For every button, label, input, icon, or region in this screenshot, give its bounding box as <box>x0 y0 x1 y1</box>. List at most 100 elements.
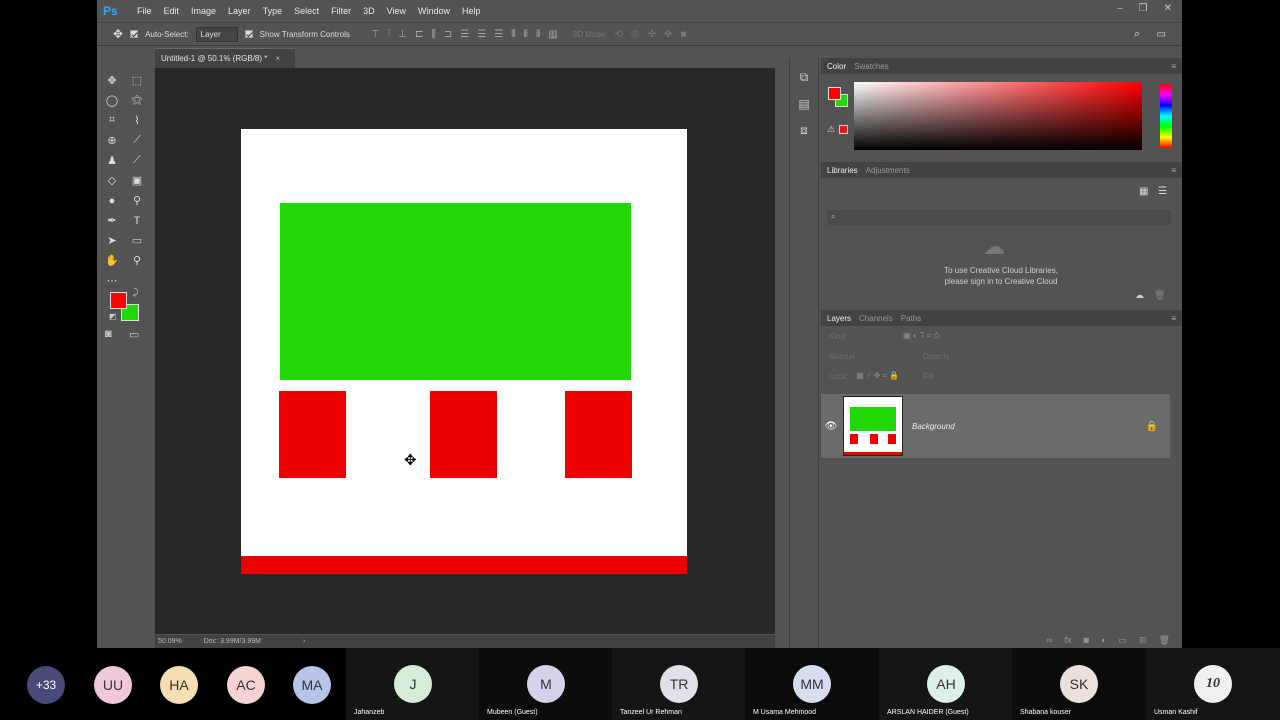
minimize-icon[interactable]: – <box>1117 3 1123 14</box>
participant-tile[interactable]: SK Shabana kouser <box>1012 648 1146 720</box>
lock-icons[interactable]: ▦ ⟋ ✥ ⌗ 🔒 <box>856 371 899 381</box>
blend-mode[interactable]: Normal <box>829 352 855 361</box>
eyedropper-tool-icon[interactable]: ⌇ <box>127 112 147 129</box>
distribute-center-icon[interactable]: ⦀ <box>524 29 528 40</box>
zoom-level[interactable]: 50.09% <box>158 638 182 645</box>
participant-tile[interactable]: J Jahanzeb <box>346 648 479 720</box>
menu-layer[interactable]: Layer <box>222 6 257 16</box>
auto-select-dropdown[interactable]: Layer <box>195 26 238 42</box>
show-transform-checkbox[interactable] <box>244 30 253 38</box>
filter-icons[interactable]: ▣ ◐ T ⌗ ⎙ <box>903 331 940 341</box>
screen-mode-icon[interactable]: ▭ <box>129 328 139 341</box>
participant-tile[interactable]: M Mubeen (Guest) <box>479 648 612 720</box>
distribute-middle-icon[interactable]: ☰ <box>477 29 486 40</box>
gamut-color-swatch[interactable] <box>839 125 848 134</box>
lasso-tool-icon[interactable]: ◯ <box>102 92 122 109</box>
new-layer-icon[interactable]: ⊞ <box>1139 635 1147 646</box>
add-mask-icon[interactable]: ◙ <box>1084 635 1089 646</box>
pen-tool-icon[interactable]: ✒ <box>102 212 122 229</box>
gradient-tool-icon[interactable]: ▣ <box>127 172 147 189</box>
foreground-color-swatch[interactable] <box>110 292 127 309</box>
menu-view[interactable]: View <box>381 6 412 16</box>
panel-menu-icon[interactable]: ≡ <box>1171 62 1176 71</box>
brush-tool-icon[interactable]: ⟋ <box>127 132 147 149</box>
tab-swatches[interactable]: Swatches <box>854 62 889 71</box>
participant-tile[interactable]: +33 <box>0 648 80 720</box>
align-top-icon[interactable]: ⊤ <box>371 29 380 40</box>
participant-tile[interactable]: AC <box>212 648 278 720</box>
panel-menu-icon[interactable]: ≡ <box>1171 314 1176 323</box>
blur-tool-icon[interactable]: ● <box>102 192 122 209</box>
align-center-icon[interactable]: ⫼ <box>431 29 436 40</box>
canvas[interactable] <box>241 129 687 574</box>
path-selection-tool-icon[interactable]: ➤ <box>102 232 122 249</box>
healing-brush-tool-icon[interactable]: ⊕ <box>102 132 122 149</box>
fx-icon[interactable]: fx <box>1065 635 1072 646</box>
marquee-tool-icon[interactable]: ⬚ <box>127 72 147 89</box>
align-left-icon[interactable]: ⊏ <box>415 29 423 40</box>
align-middle-icon[interactable]: ⫶ <box>388 29 391 40</box>
hue-slider[interactable] <box>1160 84 1172 148</box>
quick-mask-icon[interactable]: ◙ <box>105 328 112 340</box>
rectangle-tool-icon[interactable]: ▭ <box>127 232 147 249</box>
slide-icon[interactable]: ✥ <box>664 29 672 40</box>
participant-tile[interactable]: MM M Usama Mehmood <box>745 648 879 720</box>
zoom-tool-icon[interactable]: ⚲ <box>127 252 147 269</box>
distribute-left-icon[interactable]: ⦀ <box>511 29 515 40</box>
more-tools-icon[interactable]: ⋯ <box>102 272 122 289</box>
properties-panel-icon[interactable]: ▤ <box>790 97 818 111</box>
tab-libraries[interactable]: Libraries <box>827 166 858 175</box>
delete-layer-icon[interactable]: 🗑 <box>1159 635 1170 646</box>
panel-menu-icon[interactable]: ≡ <box>1171 166 1176 175</box>
menu-type[interactable]: Type <box>257 6 289 16</box>
swap-colors-icon[interactable]: ⤸ <box>133 287 138 298</box>
adjustment-layer-icon[interactable]: ◐ <box>1101 635 1106 646</box>
distribute-right-icon[interactable]: ⦀ <box>536 29 540 40</box>
move-tool-icon[interactable]: ✥ <box>102 72 122 89</box>
eraser-tool-icon[interactable]: ◇ <box>102 172 122 189</box>
menu-edit[interactable]: Edit <box>158 6 186 16</box>
layer-row-background[interactable]: 👁 Background 🔒 <box>821 394 1170 458</box>
visibility-eye-icon[interactable]: 👁 <box>821 421 841 432</box>
participant-tile[interactable]: 10 Usman Kashif <box>1146 648 1280 720</box>
drag-icon[interactable]: ✣ <box>648 29 656 40</box>
auto-select-checkbox[interactable] <box>130 30 139 38</box>
history-panel-icon[interactable]: ⧉ <box>790 70 818 85</box>
magic-wand-tool-icon[interactable]: ⚝ <box>127 92 147 109</box>
orbit-icon[interactable]: ⟲ <box>615 29 623 40</box>
participant-tile[interactable]: TR Tanzeel Ur Rehman <box>612 648 745 720</box>
new-group-icon[interactable]: ▭ <box>1119 635 1128 646</box>
history-brush-tool-icon[interactable]: ⟋ <box>127 152 147 169</box>
search-icon[interactable]: ⌕ <box>1134 28 1140 41</box>
dodge-tool-icon[interactable]: ⚲ <box>127 192 147 209</box>
tab-layers[interactable]: Layers <box>827 314 851 323</box>
cc-sync-icon[interactable]: ☁ <box>1135 290 1144 301</box>
tab-paths[interactable]: Paths <box>901 314 921 323</box>
menu-select[interactable]: Select <box>288 6 325 16</box>
menu-help[interactable]: Help <box>456 6 487 16</box>
distribute-bottom-icon[interactable]: ☰ <box>494 29 503 40</box>
menu-3d[interactable]: 3D <box>357 6 381 16</box>
participant-tile[interactable]: HA <box>146 648 212 720</box>
workspace-icon[interactable]: ▭ <box>1157 29 1166 40</box>
color-spectrum[interactable] <box>854 82 1142 150</box>
menu-image[interactable]: Image <box>185 6 222 16</box>
menu-window[interactable]: Window <box>412 6 456 16</box>
close-tab-icon[interactable]: × <box>275 54 280 63</box>
menu-filter[interactable]: Filter <box>325 6 357 16</box>
link-layers-icon[interactable]: ∞ <box>1046 635 1052 646</box>
clone-stamp-tool-icon[interactable]: ♟ <box>102 152 122 169</box>
distribute-top-icon[interactable]: ☰ <box>460 29 469 40</box>
library-search-field[interactable]: ⌕ <box>827 210 1171 225</box>
grid-view-icon[interactable]: ▦ <box>1139 186 1148 197</box>
restore-icon[interactable]: ❐ <box>1139 3 1148 14</box>
hand-tool-icon[interactable]: ✋ <box>102 252 122 269</box>
menu-file[interactable]: File <box>131 6 158 16</box>
align-right-icon[interactable]: ⊐ <box>444 29 452 40</box>
mini-foreground-swatch[interactable] <box>828 87 841 100</box>
default-colors-icon[interactable]: ◩ <box>109 312 117 321</box>
chevron-right-icon[interactable]: › <box>303 638 305 645</box>
doc-size[interactable]: Doc: 3.99M/3.99M <box>204 638 261 645</box>
roll-icon[interactable]: ◎ <box>631 29 640 40</box>
auto-align-icon[interactable]: ▥ <box>548 29 557 40</box>
